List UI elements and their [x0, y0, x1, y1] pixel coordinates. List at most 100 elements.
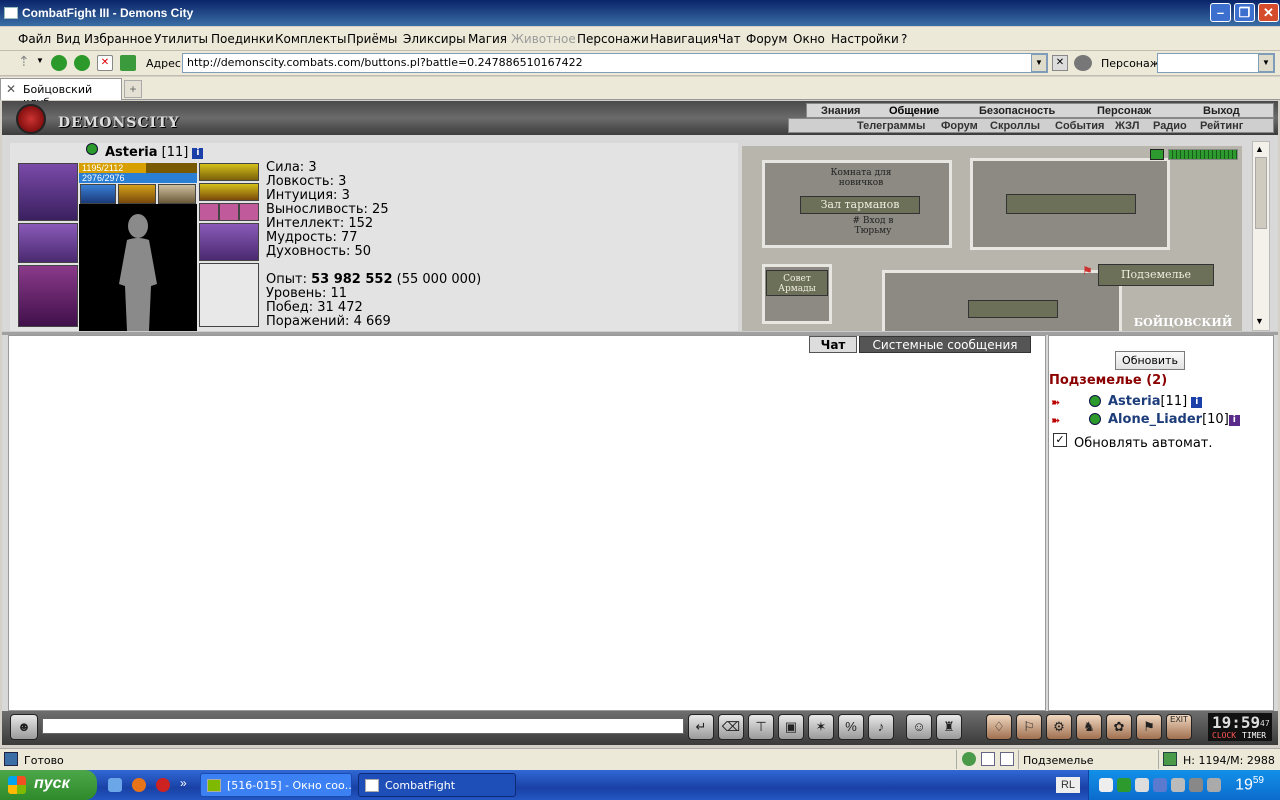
smile-icon[interactable]: ☺	[906, 714, 932, 740]
player-row[interactable]: ➽ Alone_Liader[10] i	[1049, 412, 1273, 430]
menu-window[interactable]: Окно	[793, 32, 825, 46]
nav-knowledge[interactable]: Знания	[821, 105, 860, 117]
amulet-slot[interactable]	[199, 163, 259, 181]
player-row[interactable]: ➽ Asteria[11] i	[1049, 394, 1273, 412]
tray-app-icon[interactable]	[1117, 778, 1131, 792]
save-icon[interactable]: ▣	[778, 714, 804, 740]
nav-character[interactable]: Персонаж	[1097, 105, 1151, 117]
tray-monitor-icon[interactable]	[1153, 778, 1167, 792]
task-message-window[interactable]: [516-015] - Окно соо...	[200, 773, 352, 797]
bracers-slot[interactable]	[18, 223, 78, 263]
menu-sets[interactable]: Комплекты	[275, 32, 347, 46]
tab-chat[interactable]: Чат	[809, 336, 857, 353]
helmet-icon[interactable]: ♜	[936, 714, 962, 740]
novice-room-label[interactable]: Комната для новичков	[826, 168, 896, 188]
upper-right-banner[interactable]	[1006, 194, 1136, 214]
chat-area[interactable]: Чат Системные сообщения	[8, 335, 1046, 711]
menu-characters[interactable]: Персонажи	[577, 32, 649, 46]
armada-council-banner[interactable]: Совет Армады	[766, 270, 828, 296]
menu-techniques[interactable]: Приёмы	[347, 32, 397, 46]
player-nick[interactable]: Asteria	[1108, 394, 1160, 409]
minimize-button[interactable]: –	[1210, 3, 1231, 22]
menu-view[interactable]: Вид	[56, 32, 80, 46]
nav-rating[interactable]: Рейтинг	[1200, 120, 1243, 132]
quicklaunch-opera-icon[interactable]	[156, 778, 170, 792]
ring-slot-2[interactable]	[219, 203, 239, 221]
tarman-hall-banner[interactable]: Зал тарманов	[800, 196, 920, 214]
info-icon[interactable]: i	[192, 148, 204, 159]
users-icon[interactable]	[1074, 55, 1092, 71]
gloves-slot[interactable]	[199, 223, 259, 261]
auto-refresh-checkbox[interactable]: ✓	[1053, 433, 1067, 447]
rune-slot-1[interactable]	[80, 184, 116, 204]
menu-file[interactable]: Файл	[18, 32, 51, 46]
scroll-thumb[interactable]	[1255, 157, 1267, 229]
tab-system-messages[interactable]: Системные сообщения	[859, 336, 1031, 353]
tray-clock[interactable]: 1959	[1235, 775, 1264, 794]
stop-icon[interactable]: ✕	[97, 55, 113, 71]
quicklaunch-firefox-icon[interactable]	[132, 778, 146, 792]
persona-dropdown[interactable]: ▼	[1258, 54, 1274, 72]
menu-navigation[interactable]: Навигация	[650, 32, 718, 46]
helmet-slot[interactable]	[18, 163, 78, 221]
dungeon-banner[interactable]: Подземелье	[1098, 264, 1214, 286]
ring-slot-3[interactable]	[239, 203, 259, 221]
menu-help[interactable]: ?	[901, 32, 907, 46]
private-message-icon[interactable]: ➽	[1051, 414, 1069, 427]
address-dropdown[interactable]: ▼	[1031, 54, 1047, 72]
prison-entrance-label[interactable]: # Вход в Тюрьму	[838, 216, 908, 236]
refresh-button[interactable]: Обновить	[1115, 351, 1185, 370]
new-tab-button[interactable]: +	[124, 80, 142, 98]
tray-tool-icon[interactable]	[1171, 778, 1185, 792]
rune-slot-3[interactable]	[158, 184, 196, 204]
menu-magic[interactable]: Магия	[468, 32, 507, 46]
knight-icon[interactable]: ♞	[1076, 714, 1102, 740]
flag-icon[interactable]: ⚑	[1136, 714, 1162, 740]
info-icon[interactable]: i	[1228, 415, 1240, 426]
nav-communication[interactable]: Общение	[889, 105, 939, 117]
scroll-down-icon[interactable]: ▼	[1255, 316, 1264, 326]
clock-label[interactable]: CLOCK	[1212, 731, 1236, 740]
private-message-icon[interactable]: ➽	[1051, 396, 1069, 409]
rune-slot-2[interactable]	[118, 184, 156, 204]
weapon-slot[interactable]	[18, 265, 78, 327]
fight-icon[interactable]: ✶	[808, 714, 834, 740]
shield-slot[interactable]	[199, 263, 259, 327]
refresh-icon[interactable]	[120, 55, 136, 71]
sound-icon[interactable]: ♪	[868, 714, 894, 740]
nav-radio[interactable]: Радио	[1153, 120, 1187, 132]
volume-icon[interactable]	[1189, 778, 1203, 792]
chat-head-icon[interactable]: ☻	[10, 714, 38, 740]
window-icon[interactable]	[1000, 752, 1014, 766]
start-button[interactable]: пуск	[0, 770, 97, 800]
pin-icon[interactable]: ⇡	[18, 53, 30, 70]
chat-input[interactable]	[42, 718, 684, 734]
nav-scrolls[interactable]: Скроллы	[990, 120, 1040, 132]
info-icon[interactable]: i	[1191, 397, 1203, 408]
quicklaunch-more-icon[interactable]: »	[180, 776, 187, 790]
nav-events[interactable]: События	[1055, 120, 1104, 132]
language-indicator[interactable]: RL	[1056, 777, 1080, 793]
nav-security[interactable]: Безопасность	[979, 105, 1055, 117]
forward-icon[interactable]	[74, 55, 90, 71]
tab-fight-club[interactable]: ✕ Бойцовский клуб	[0, 78, 122, 109]
quicklaunch-ie-icon[interactable]	[108, 778, 122, 792]
clear-icon[interactable]: ✕	[1052, 55, 1068, 71]
pets-icon[interactable]: ✿	[1106, 714, 1132, 740]
bag-icon[interactable]: ♢	[986, 714, 1012, 740]
menu-battles[interactable]: Поединки	[211, 32, 274, 46]
pl-icon[interactable]: %	[838, 714, 864, 740]
menu-forum[interactable]: Форум	[746, 32, 787, 46]
nav-telegrams[interactable]: Телеграммы	[857, 120, 925, 132]
nav-exit[interactable]: Выход	[1203, 105, 1240, 117]
nav-forum[interactable]: Форум	[941, 120, 978, 132]
eraser-icon[interactable]: ⌫	[718, 714, 744, 740]
menu-utilities[interactable]: Утилиты	[154, 32, 208, 46]
map-icon[interactable]: ⚐	[1016, 714, 1042, 740]
filter-icon[interactable]: ⊤	[748, 714, 774, 740]
menu-favorites[interactable]: Избранное	[84, 32, 152, 46]
document-icon[interactable]	[981, 752, 995, 766]
center-banner[interactable]	[968, 300, 1058, 318]
ring-slot-1[interactable]	[199, 203, 219, 221]
refresh-status-icon[interactable]	[1163, 752, 1177, 766]
